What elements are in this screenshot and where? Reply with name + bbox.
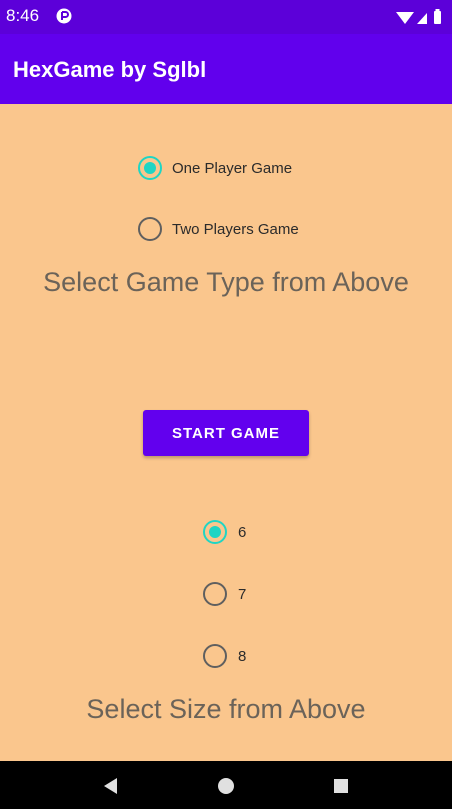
radio-label[interactable]: One Player Game (172, 160, 292, 177)
radio-two-players-game[interactable]: Two Players Game (138, 215, 299, 243)
battery-icon (434, 9, 441, 24)
radio-label[interactable]: 7 (238, 586, 246, 603)
radio-label[interactable]: Two Players Game (172, 221, 299, 238)
radio-label[interactable]: 8 (238, 648, 246, 665)
radio-button-unchecked[interactable] (203, 582, 227, 606)
start-game-button[interactable]: START GAME (143, 410, 309, 456)
app-notification-icon (56, 8, 72, 24)
size-heading: Select Size from Above (86, 694, 366, 724)
radio-button-unchecked[interactable] (138, 217, 162, 241)
status-bar: 8:46 (0, 0, 452, 34)
home-icon[interactable] (215, 775, 237, 797)
back-icon[interactable] (100, 775, 122, 797)
signal-icon (417, 13, 427, 24)
radio-one-player-game[interactable]: One Player Game (138, 154, 292, 182)
radio-size-8[interactable]: 8 (203, 642, 246, 670)
status-icons (396, 9, 441, 24)
app-title: HexGame by Sglbl (13, 57, 207, 82)
radio-size-7[interactable]: 7 (203, 580, 246, 608)
radio-size-6[interactable]: 6 (203, 518, 246, 546)
game-type-heading: Select Game Type from Above (43, 267, 409, 297)
navigation-bar (0, 761, 452, 809)
app-bar: HexGame by Sglbl (0, 34, 452, 104)
wifi-icon (396, 12, 414, 24)
status-time: 8:46 (6, 6, 40, 25)
radio-button-checked[interactable] (203, 520, 227, 544)
recents-icon[interactable] (330, 775, 352, 797)
radio-button-checked[interactable] (138, 156, 162, 180)
radio-label[interactable]: 6 (238, 524, 246, 541)
radio-button-unchecked[interactable] (203, 644, 227, 668)
